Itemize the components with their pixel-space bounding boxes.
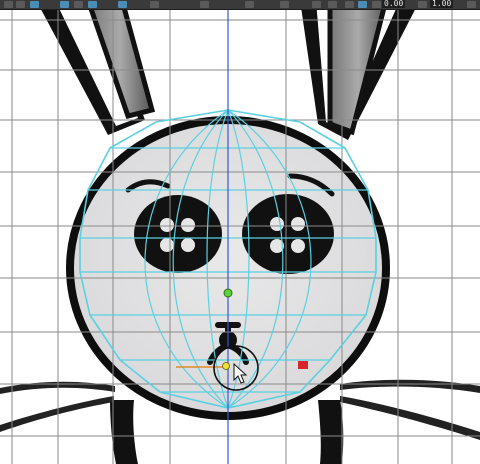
whisker-right-2 <box>340 396 480 440</box>
maya-editor-window: 0.00 1.00 <box>0 0 480 464</box>
scale-tool-icon[interactable] <box>88 1 97 8</box>
paint-tool-icon[interactable] <box>30 1 39 8</box>
red-manipulator-handle[interactable] <box>298 361 308 369</box>
left-ear <box>41 10 156 135</box>
link-icon[interactable] <box>418 1 427 8</box>
body-right-outline <box>318 400 344 464</box>
undo-icon[interactable] <box>372 1 381 8</box>
reference-image-plane <box>0 10 480 464</box>
whisker-left-2 <box>0 396 114 432</box>
body-left-outline <box>110 400 138 464</box>
select-tool-icon[interactable] <box>4 1 13 8</box>
options-icon[interactable] <box>467 1 476 8</box>
rotate-tool-icon[interactable] <box>74 1 83 8</box>
render-icon[interactable] <box>328 1 337 8</box>
viewport-panel[interactable] <box>0 10 480 464</box>
display-icon[interactable] <box>345 1 354 8</box>
translate-x-field[interactable]: 0.00 <box>382 0 406 8</box>
status-toolbar: 0.00 1.00 <box>0 0 480 10</box>
playback-icon[interactable] <box>280 1 289 8</box>
viewport-scene <box>0 10 480 464</box>
lasso-tool-icon[interactable] <box>16 1 25 8</box>
isolate-icon[interactable] <box>358 1 367 8</box>
move-tool-icon[interactable] <box>60 1 69 8</box>
right-button-eye <box>242 194 334 274</box>
settings-icon[interactable] <box>312 1 321 8</box>
snap-grid-icon[interactable] <box>118 1 127 8</box>
snap-point-icon[interactable] <box>200 1 209 8</box>
snap-curve-icon[interactable] <box>150 1 159 8</box>
camera-icon[interactable] <box>245 1 254 8</box>
green-manipulator-handle[interactable] <box>223 288 233 298</box>
whisker-right-1 <box>340 379 480 393</box>
translate-y-field[interactable]: 1.00 <box>430 0 454 8</box>
pivot-handle[interactable] <box>222 362 230 370</box>
